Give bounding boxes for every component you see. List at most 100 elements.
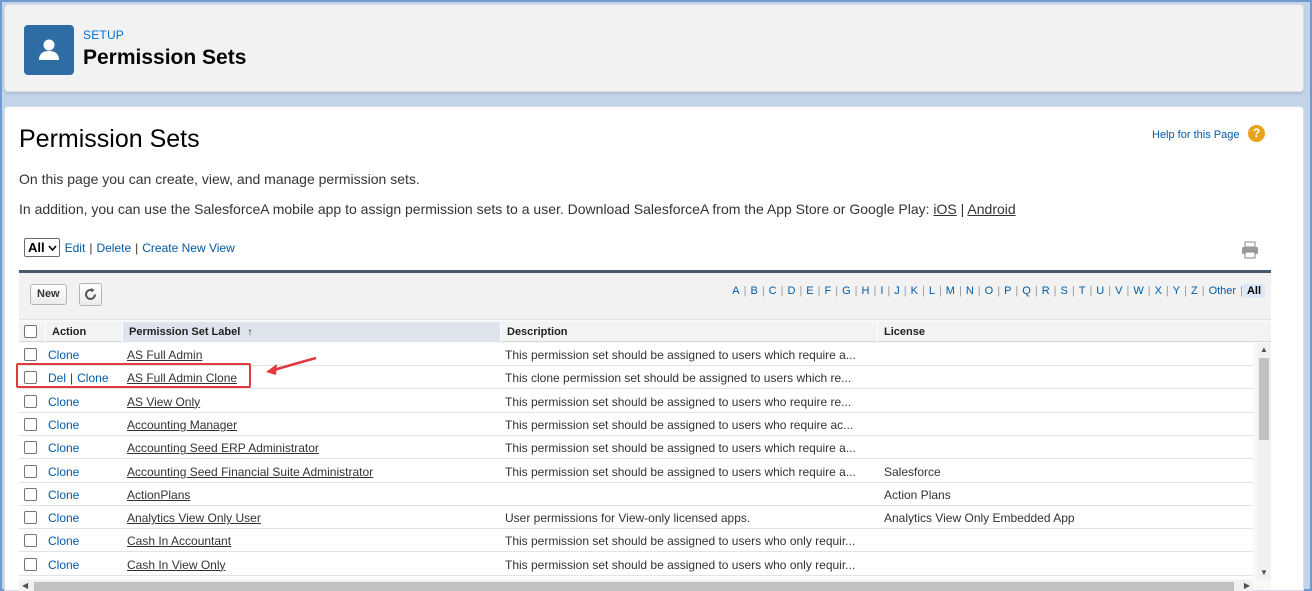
android-link[interactable]: Android xyxy=(967,201,1015,217)
row-checkbox[interactable] xyxy=(24,464,37,478)
help-icon[interactable]: ? xyxy=(1248,125,1265,142)
row-license: Analytics View Only Embedded App xyxy=(884,511,1075,526)
alphabet-filter-v[interactable]: V xyxy=(1111,285,1126,297)
scroll-down-icon[interactable]: ▼ xyxy=(1260,568,1268,577)
ios-link[interactable]: iOS xyxy=(933,201,956,217)
permission-set-link[interactable]: Accounting Manager xyxy=(127,418,237,432)
column-header-label[interactable]: Permission Set Label ↑ xyxy=(122,322,500,342)
separator: | xyxy=(135,240,139,255)
alphabet-filter-t[interactable]: T xyxy=(1075,285,1090,297)
clone-link[interactable]: Clone xyxy=(48,558,79,572)
alphabet-filter-i[interactable]: I xyxy=(876,285,887,297)
alphabet-filter-s[interactable]: S xyxy=(1057,285,1072,297)
alphabet-filter-w[interactable]: W xyxy=(1129,285,1147,297)
row-actions: Clone xyxy=(48,441,79,455)
permission-set-link[interactable]: AS Full Admin Clone xyxy=(127,371,237,385)
view-select-value: All xyxy=(28,240,45,255)
row-checkbox[interactable] xyxy=(24,441,37,455)
horizontal-scrollbar[interactable]: ◀ ▶ xyxy=(19,580,1253,591)
permission-set-link[interactable]: AS View Only xyxy=(127,395,200,409)
alphabet-filter-d[interactable]: D xyxy=(783,285,799,297)
alphabet-filter-a[interactable]: A xyxy=(728,285,743,297)
row-description: This permission set should be assigned t… xyxy=(505,394,852,409)
row-checkbox[interactable] xyxy=(24,348,37,361)
clone-link[interactable]: Clone xyxy=(48,511,79,525)
alphabet-filter: A | B | C | D | E | F | G | H | I | J | K | L | M | N | O | P | Q | R | S | T |… xyxy=(728,284,1265,298)
alphabet-filter-l[interactable]: L xyxy=(925,285,939,297)
view-select[interactable]: All xyxy=(24,238,60,257)
row-checkbox[interactable] xyxy=(24,511,37,525)
clone-link[interactable]: Clone xyxy=(48,395,79,409)
alphabet-filter-z[interactable]: Z xyxy=(1187,285,1202,297)
table-row: Clone Cash In View Only This permission se… xyxy=(19,553,1253,576)
create-new-view-link[interactable]: Create New View xyxy=(142,241,234,255)
table-row: Clone Analytics View Only User User permis… xyxy=(19,506,1253,530)
scroll-thumb-horizontal[interactable] xyxy=(34,582,1234,591)
row-actions: Clone xyxy=(48,534,79,548)
action-separator: | xyxy=(70,371,74,386)
alphabet-filter-n[interactable]: N xyxy=(962,285,978,297)
alphabet-filter-other[interactable]: Other xyxy=(1205,285,1241,297)
row-checkbox[interactable] xyxy=(24,371,37,385)
delete-view-link[interactable]: Delete xyxy=(96,241,131,255)
permission-set-link[interactable]: ActionPlans xyxy=(127,488,190,502)
alphabet-filter-j[interactable]: J xyxy=(890,285,904,297)
scroll-right-icon[interactable]: ▶ xyxy=(1244,581,1250,590)
alphabet-filter-c[interactable]: C xyxy=(765,285,781,297)
permission-set-link[interactable]: Accounting Seed ERP Administrator xyxy=(127,441,319,455)
clone-link[interactable]: Clone xyxy=(48,441,79,455)
permission-set-link[interactable]: Analytics View Only User xyxy=(127,511,261,525)
main-content: Permission Sets Help for this Page ? On … xyxy=(4,106,1304,591)
clone-link[interactable]: Clone xyxy=(48,418,79,432)
column-header-description[interactable]: Description xyxy=(500,322,877,342)
alphabet-filter-p[interactable]: P xyxy=(1000,285,1015,297)
alphabet-filter-r[interactable]: R xyxy=(1038,285,1054,297)
alphabet-filter-e[interactable]: E xyxy=(802,285,817,297)
alphabet-filter-f[interactable]: F xyxy=(821,285,836,297)
permission-set-link[interactable]: Accounting Seed Financial Suite Administ… xyxy=(127,465,373,479)
permission-set-link[interactable]: Cash In Accountant xyxy=(127,534,231,548)
rows-container: Clone AS Full Admin This permission set sh… xyxy=(19,343,1253,579)
scroll-thumb[interactable] xyxy=(1259,358,1269,440)
alphabet-filter-o[interactable]: O xyxy=(981,285,998,297)
row-description: This permission set should be assigned t… xyxy=(505,441,856,456)
row-actions: Del | Clone xyxy=(48,371,109,385)
clone-link[interactable]: Clone xyxy=(48,465,79,479)
select-all-cell xyxy=(19,322,45,342)
alphabet-filter-x[interactable]: X xyxy=(1151,285,1166,297)
scroll-up-icon[interactable]: ▲ xyxy=(1260,345,1268,354)
row-checkbox[interactable] xyxy=(24,417,37,431)
new-button[interactable]: New xyxy=(30,284,67,305)
help-link[interactable]: Help for this Page xyxy=(1152,129,1239,141)
alphabet-filter-g[interactable]: G xyxy=(838,285,855,297)
column-header-license[interactable]: License xyxy=(877,322,1253,342)
alphabet-filter-m[interactable]: M xyxy=(942,285,959,297)
clone-link[interactable]: Clone xyxy=(48,348,79,362)
clone-link[interactable]: Clone xyxy=(48,534,79,548)
row-checkbox[interactable] xyxy=(24,534,37,548)
clone-link[interactable]: Clone xyxy=(48,488,79,502)
permission-set-link[interactable]: Cash In View Only xyxy=(127,558,226,572)
del-link[interactable]: Del xyxy=(48,371,66,385)
printer-icon[interactable] xyxy=(1241,241,1259,259)
alphabet-filter-q[interactable]: Q xyxy=(1018,285,1035,297)
alphabet-filter-b[interactable]: B xyxy=(746,285,761,297)
row-actions: Clone xyxy=(48,395,79,409)
vertical-scrollbar[interactable]: ▲ ▼ xyxy=(1257,343,1271,579)
select-all-checkbox[interactable] xyxy=(24,325,37,338)
clone-link[interactable]: Clone xyxy=(77,371,108,385)
scroll-left-icon[interactable]: ◀ xyxy=(22,581,28,590)
alphabet-filter-all[interactable]: All xyxy=(1242,284,1265,298)
row-actions: Clone xyxy=(48,558,79,572)
row-checkbox[interactable] xyxy=(24,394,37,408)
alphabet-filter-u[interactable]: U xyxy=(1092,285,1108,297)
permission-set-link[interactable]: AS Full Admin xyxy=(127,348,202,362)
row-description: This permission set should be assigned t… xyxy=(505,348,856,362)
edit-view-link[interactable]: Edit xyxy=(65,241,86,255)
row-checkbox[interactable] xyxy=(24,487,37,501)
alphabet-filter-k[interactable]: K xyxy=(907,285,922,297)
alphabet-filter-y[interactable]: Y xyxy=(1169,285,1184,297)
refresh-button[interactable] xyxy=(79,283,102,306)
row-checkbox[interactable] xyxy=(24,557,37,571)
alphabet-filter-h[interactable]: H xyxy=(858,285,874,297)
